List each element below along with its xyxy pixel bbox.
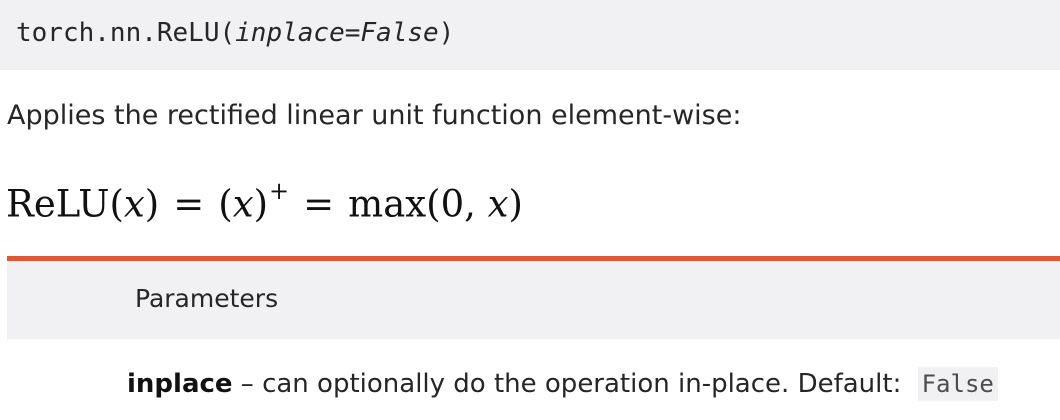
formula-close-paren: )	[253, 182, 268, 226]
formula-comma: ,	[464, 182, 476, 226]
formula-open-paren: (	[218, 182, 233, 226]
formula-relu: ReLU	[6, 182, 110, 226]
formula-superscript-plus: +	[269, 177, 290, 205]
default-value-code: False	[917, 367, 998, 401]
signature-argument: inplace=False	[235, 18, 439, 48]
formula-variable: x	[232, 182, 254, 226]
formula-max: max	[348, 182, 427, 226]
parameters-title: Parameters	[135, 284, 279, 313]
parameters-header: Parameters	[7, 261, 1060, 339]
formula-equals: =	[303, 182, 335, 226]
parameter-item: inplace – can optionally do the operatio…	[127, 364, 998, 404]
relu-formula: ReLU(x) = (x)+ = max(0, x)	[6, 168, 523, 231]
formula-zero: 0	[440, 182, 465, 226]
formula-open-paren: (	[426, 182, 441, 226]
parameter-name: inplace	[127, 369, 233, 399]
signature-bar: torch.nn.ReLU(inplace=False)	[0, 0, 1060, 70]
parameter-description: – can optionally do the operation in-pla…	[232, 369, 910, 399]
signature-suffix: )	[438, 18, 455, 48]
formula-close-paren: )	[508, 182, 523, 226]
formula-variable: x	[123, 182, 145, 226]
function-signature: torch.nn.ReLU(inplace=False)	[16, 14, 454, 52]
signature-prefix: torch.nn.ReLU(	[16, 18, 236, 48]
formula-equals: =	[173, 182, 205, 226]
function-description: Applies the rectified linear unit functi…	[7, 100, 742, 131]
formula-close-paren: )	[144, 182, 160, 226]
formula-open-paren: (	[109, 182, 124, 226]
formula-variable: x	[487, 182, 509, 226]
